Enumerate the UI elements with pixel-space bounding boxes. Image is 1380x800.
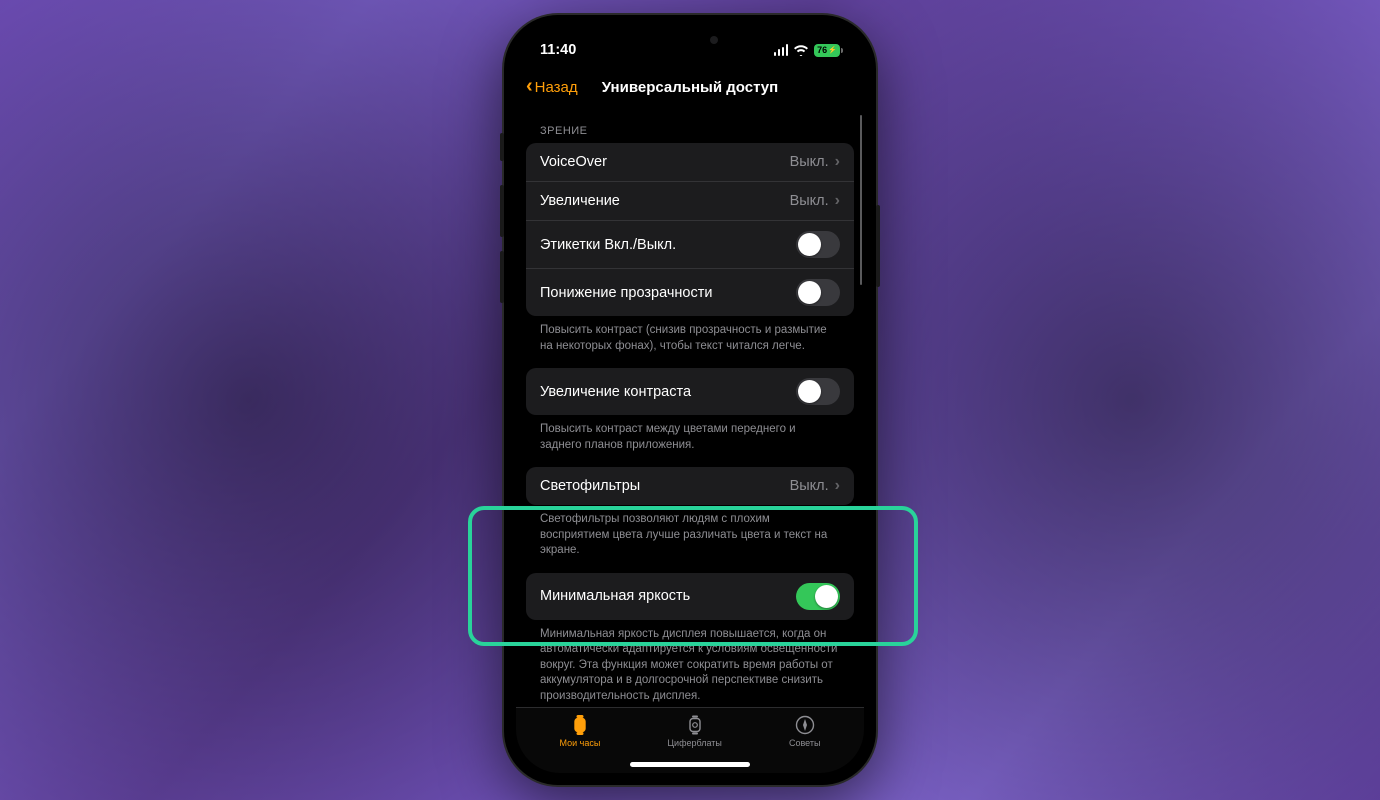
section-header-textsize: РАЗМЕР ТЕКСТА — [526, 704, 854, 707]
compass-icon — [794, 714, 816, 736]
watch-icon — [569, 714, 591, 736]
footer-reduce-transparency: Повысить контраст (снизив прозрачность и… — [526, 316, 854, 354]
navbar: ‹ Назад Универсальный доступ — [516, 67, 864, 107]
phone-frame: 11:40 76⚡ ‹ Назад Универсальный доступ З… — [504, 15, 876, 785]
row-onoff-labels: Этикетки Вкл./Выкл. — [526, 220, 854, 268]
tab-my-watch[interactable]: Мои часы — [560, 714, 601, 748]
battery-icon: 76⚡ — [814, 44, 840, 57]
cellular-icon — [774, 44, 789, 56]
notch — [630, 27, 750, 55]
home-indicator[interactable] — [630, 762, 750, 767]
chevron-left-icon: ‹ — [526, 76, 533, 98]
chevron-right-icon: › — [835, 477, 840, 495]
row-color-filters[interactable]: Светофильтры Выкл. › — [526, 467, 854, 505]
row-zoom[interactable]: Увеличение Выкл. › — [526, 181, 854, 220]
toggle-onoff-labels[interactable] — [796, 231, 840, 258]
row-reduce-transparency: Понижение прозрачности — [526, 268, 854, 316]
footer-increase-contrast: Повысить контраст между цветами переднег… — [526, 415, 854, 453]
toggle-min-brightness[interactable] — [796, 583, 840, 610]
tab-tips[interactable]: Советы — [789, 714, 820, 748]
watchface-icon — [684, 714, 706, 736]
toggle-reduce-transparency[interactable] — [796, 279, 840, 306]
row-value: Выкл. — [790, 154, 829, 170]
screen: 11:40 76⚡ ‹ Назад Универсальный доступ З… — [516, 27, 864, 773]
tab-faces[interactable]: Циферблаты — [667, 714, 722, 748]
status-time: 11:40 — [540, 42, 576, 58]
back-button[interactable]: ‹ Назад — [526, 76, 578, 98]
back-label: Назад — [535, 79, 578, 96]
settings-content[interactable]: ЗРЕНИЕ VoiceOver Выкл. › Увеличение Выкл… — [516, 107, 864, 707]
toggle-increase-contrast[interactable] — [796, 378, 840, 405]
wifi-icon — [793, 44, 809, 56]
footer-color-filters: Светофильтры позволяют людям с плохим во… — [526, 505, 854, 559]
footer-min-brightness: Минимальная яркость дисплея повышается, … — [526, 620, 854, 705]
row-min-brightness: Минимальная яркость — [526, 573, 854, 620]
scrollbar[interactable] — [860, 115, 863, 285]
row-label: VoiceOver — [540, 154, 607, 170]
section-header-vision: ЗРЕНИЕ — [526, 107, 854, 143]
chevron-right-icon: › — [835, 192, 840, 210]
chevron-right-icon: › — [835, 153, 840, 171]
row-voiceover[interactable]: VoiceOver Выкл. › — [526, 143, 854, 181]
row-increase-contrast: Увеличение контраста — [526, 368, 854, 415]
